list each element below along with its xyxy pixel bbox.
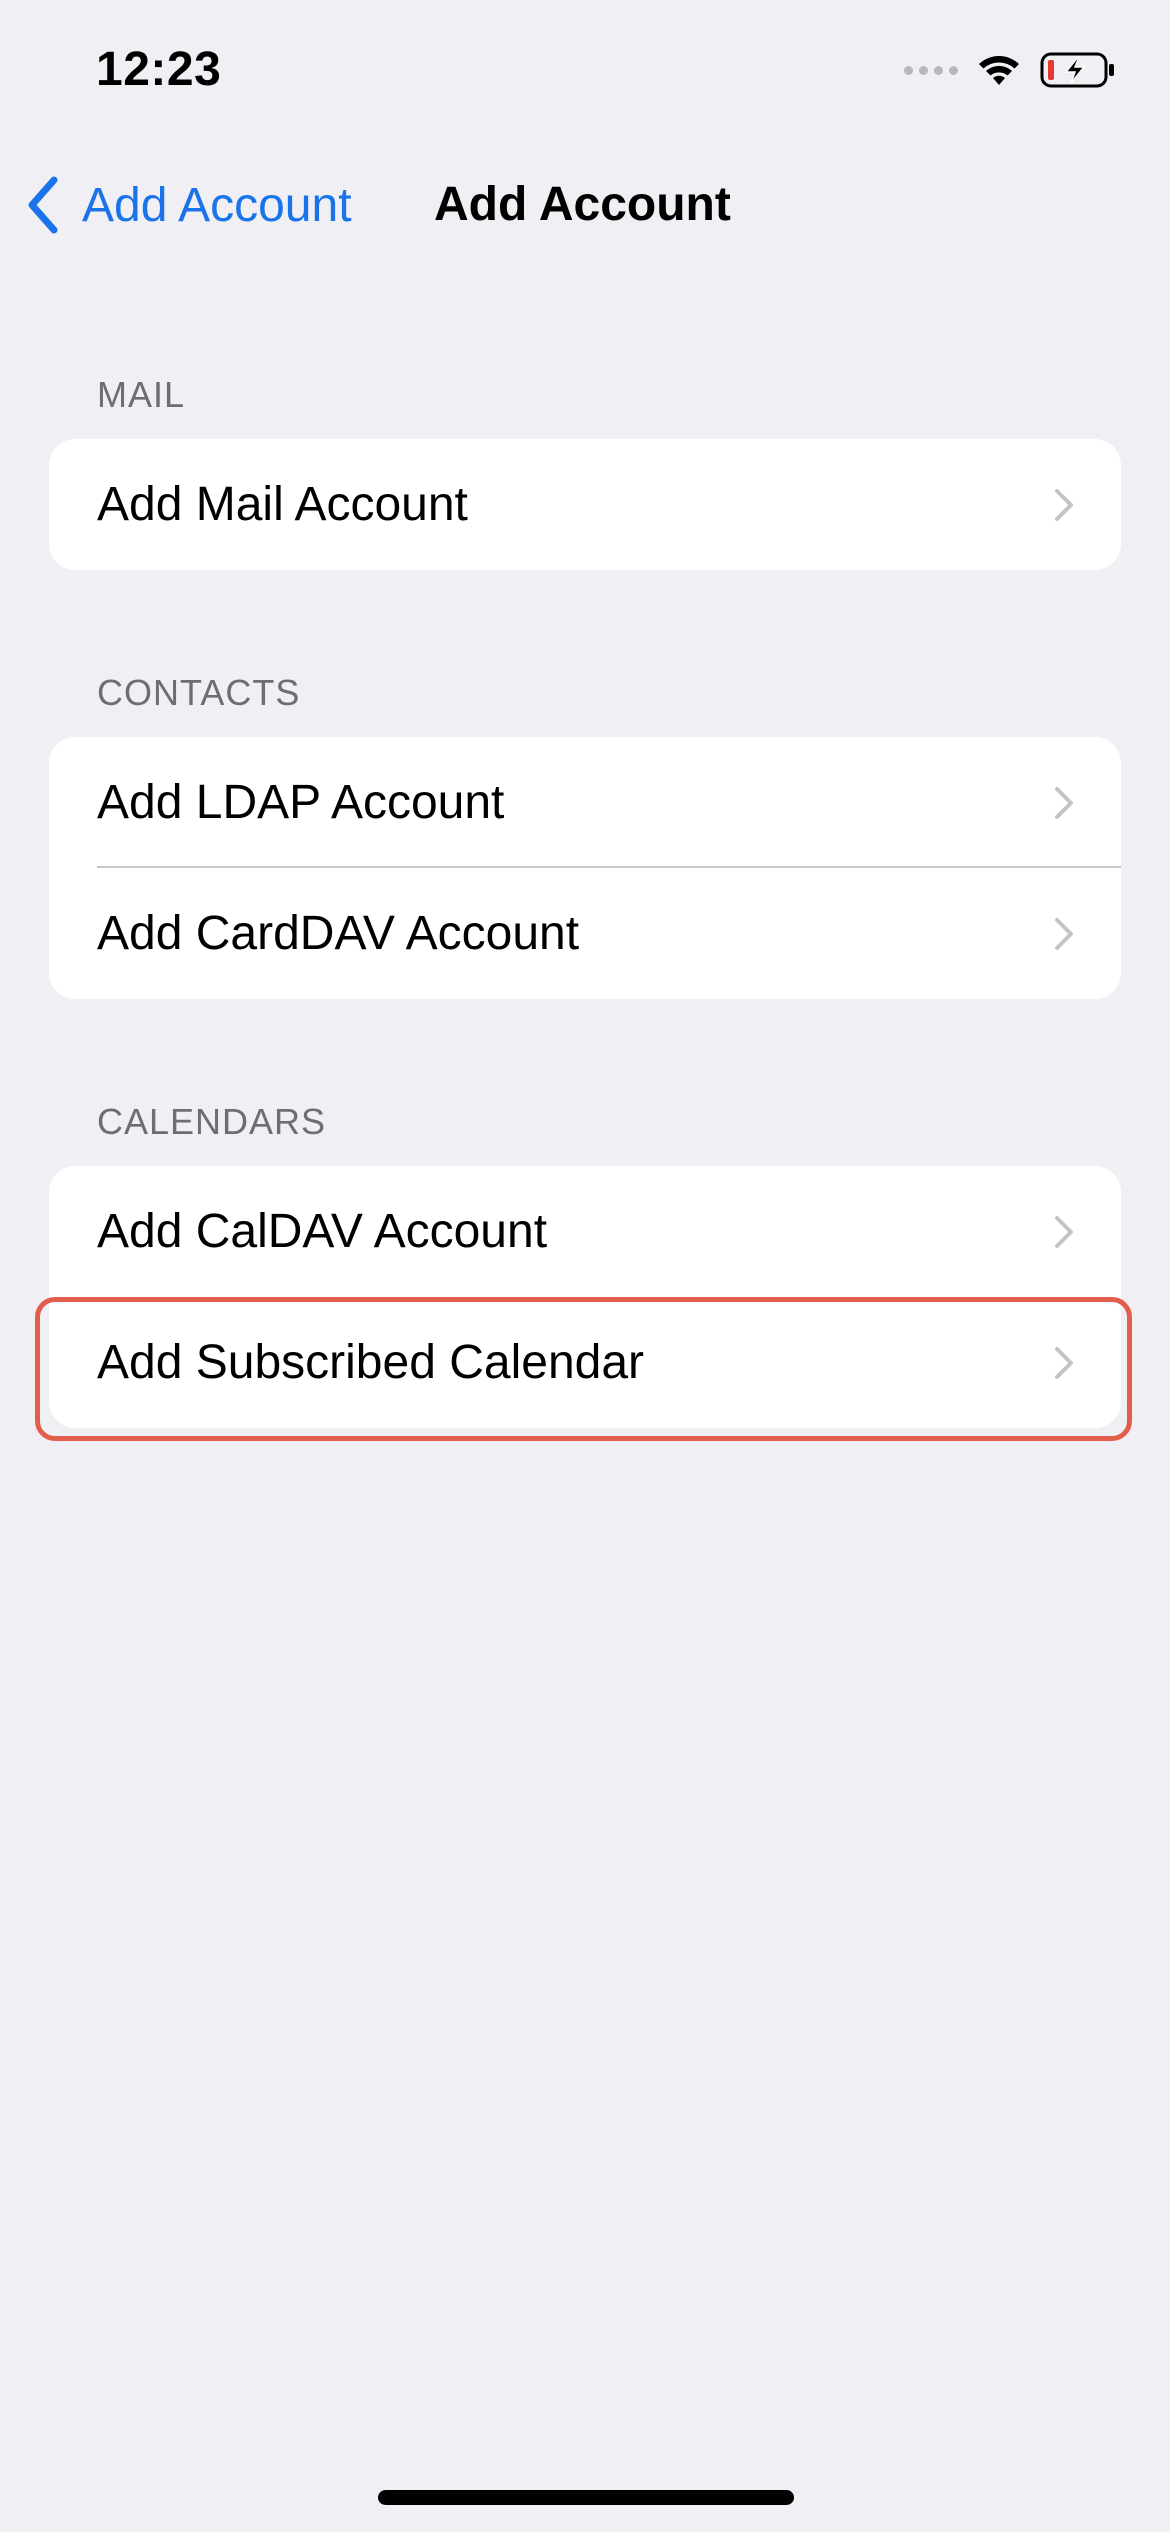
chevron-right-icon [1055,786,1073,819]
section-header-contacts: CONTACTS [97,672,301,713]
row-label: Add Subscribed Calendar [97,1336,645,1389]
chevron-left-icon [28,176,58,234]
wifi-icon [979,56,1019,85]
page-title: Add Account [434,178,731,231]
add-carddav-account-row[interactable]: Add CardDAV Account [49,868,1121,999]
status-time: 12:23 [96,43,222,96]
chevron-right-icon [1055,1215,1073,1248]
add-caldav-account-row[interactable]: Add CalDAV Account [49,1166,1121,1297]
status-bar: 12:23 [0,0,1170,150]
row-label: Add LDAP Account [97,776,505,829]
back-button-label: Add Account [82,178,352,232]
back-button[interactable]: Add Account [24,160,352,250]
row-label: Add CalDAV Account [97,1205,548,1258]
navigation-bar: Add Account Add Account [0,160,1170,250]
row-label: Add Mail Account [97,478,468,531]
mail-group: Add Mail Account [49,439,1121,570]
signal-icon [904,65,958,75]
contacts-group: Add LDAP Account Add CardDAV Account [49,737,1121,999]
section-header-mail: MAIL [97,374,186,415]
chevron-right-icon [1055,1346,1073,1379]
add-ldap-account-row[interactable]: Add LDAP Account [49,737,1121,868]
row-label: Add CardDAV Account [97,907,580,960]
calendars-group: Add CalDAV Account Add Subscribed Calend… [49,1166,1121,1428]
add-subscribed-calendar-row[interactable]: Add Subscribed Calendar [49,1297,1121,1428]
add-mail-account-row[interactable]: Add Mail Account [49,439,1121,570]
section-header-calendars: CALENDARS [97,1101,327,1142]
battery-charging-icon [1040,52,1114,88]
chevron-right-icon [1055,488,1073,521]
status-icons [904,50,1116,90]
chevron-right-icon [1055,917,1073,950]
home-indicator [378,2490,794,2505]
